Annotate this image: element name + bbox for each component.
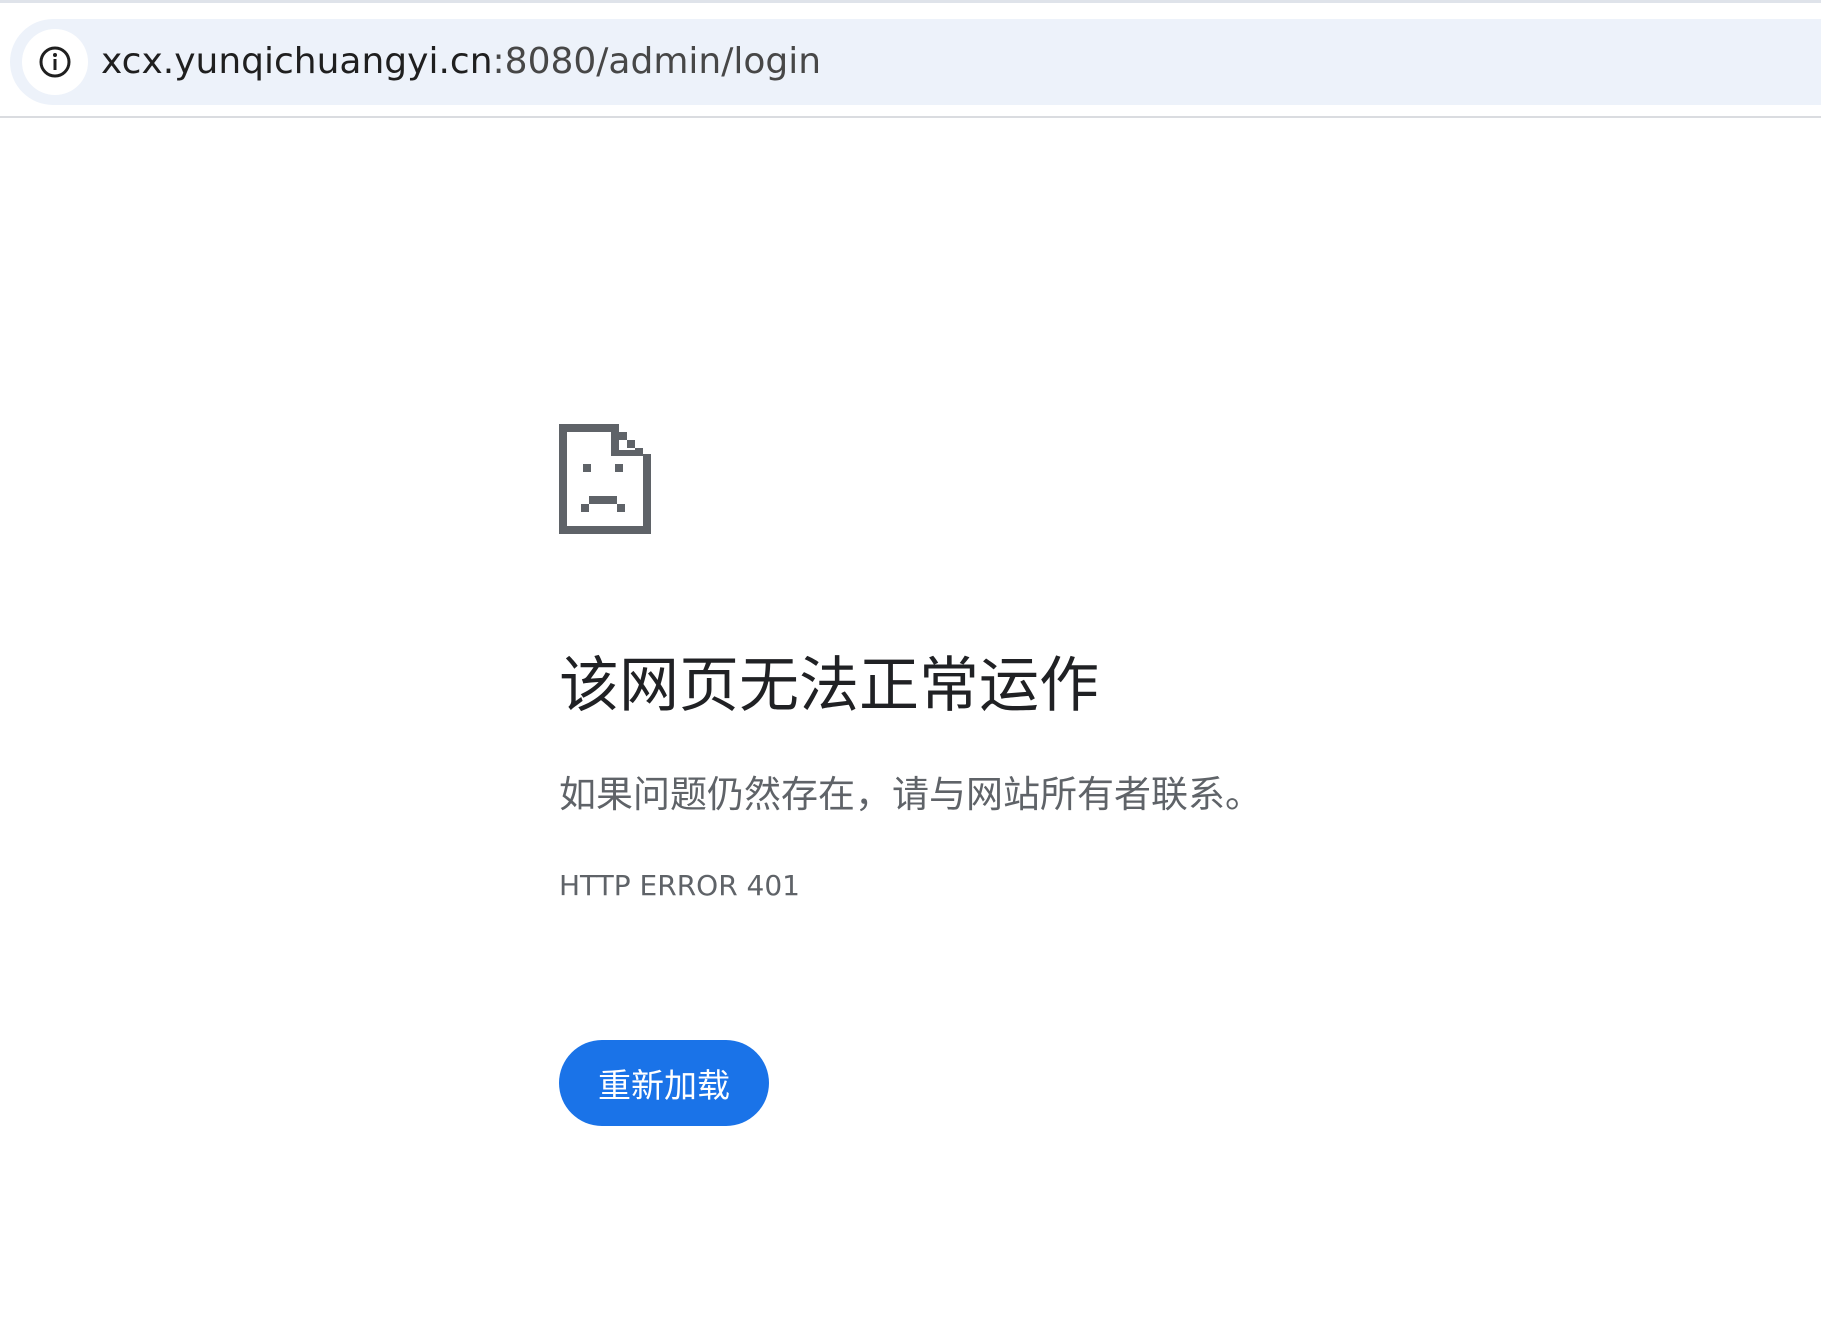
site-info-button[interactable] <box>22 29 88 95</box>
error-code: HTTP ERROR 401 <box>559 869 800 902</box>
error-title: 该网页无法正常运作 <box>559 651 1099 721</box>
error-content: 该网页无法正常运作 如果问题仍然存在，请与网站所有者联系。 HTTP ERROR… <box>559 424 1459 1126</box>
url-text[interactable]: xcx.yunqichuangyi.cn:8080/admin/login <box>101 19 821 105</box>
browser-toolbar: xcx.yunqichuangyi.cn:8080/admin/login <box>0 0 1821 118</box>
sad-page-icon <box>559 424 651 534</box>
browser-window: xcx.yunqichuangyi.cn:8080/admin/login 该网… <box>0 0 1821 1323</box>
address-bar[interactable]: xcx.yunqichuangyi.cn:8080/admin/login <box>10 19 1821 105</box>
url-host: xcx.yunqichuangyi.cn <box>101 41 493 82</box>
error-subtitle: 如果问题仍然存在，请与网站所有者联系。 <box>559 773 1262 816</box>
info-circle-icon <box>39 46 71 78</box>
reload-button[interactable]: 重新加载 <box>559 1040 769 1126</box>
url-path: :8080/admin/login <box>492 41 822 82</box>
